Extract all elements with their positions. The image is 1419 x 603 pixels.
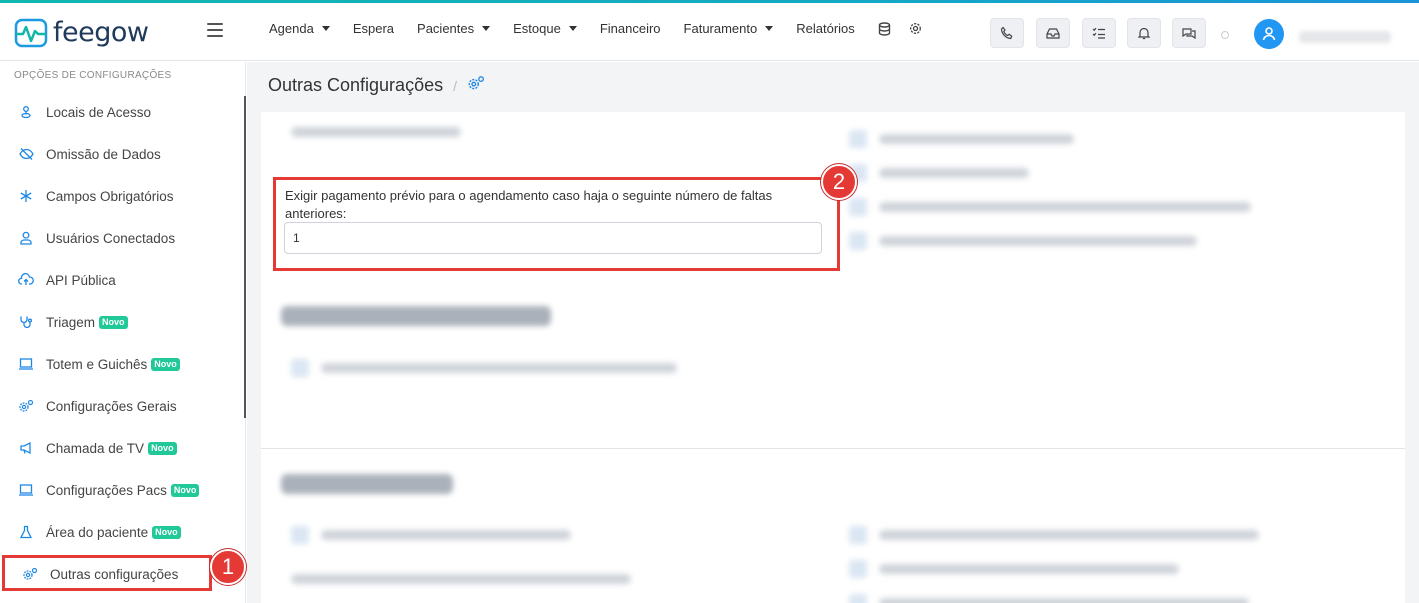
sidebar-item-omissao-de-dados[interactable]: Omissão de Dados (18, 143, 161, 165)
page-title: Outras Configurações (268, 75, 444, 95)
inbox-button[interactable] (1036, 18, 1070, 48)
phone-button[interactable] (990, 18, 1024, 48)
nav-agenda[interactable]: Agenda (269, 21, 330, 36)
new-badge: Novo (151, 357, 180, 371)
caret-down-icon (568, 26, 577, 31)
sidebar-item-label: Configurações Gerais (46, 398, 177, 414)
online-status-dot (1221, 31, 1229, 39)
nav-financeiro[interactable]: Financeiro (600, 21, 661, 36)
sidebar-item-campos-obrigatorios[interactable]: Campos Obrigatórios (18, 185, 174, 207)
user-icon (18, 230, 34, 246)
menu-toggle-icon[interactable] (207, 23, 223, 37)
prepayment-faults-input[interactable] (284, 222, 822, 254)
sidebar-item-api-publica[interactable]: API Pública (18, 269, 116, 291)
stethoscope-icon (18, 314, 34, 330)
sidebar-item-label: API Pública (46, 272, 116, 288)
step-marker-1: 1 (210, 549, 246, 585)
nav-label: Estoque (513, 21, 561, 36)
username-redacted[interactable] (1299, 31, 1391, 43)
sidebar-item-label: Configurações Pacs (46, 482, 167, 498)
user-avatar-icon (1262, 27, 1276, 41)
inbox-icon (1046, 28, 1060, 39)
breadcrumb-separator: / (453, 77, 457, 94)
sidebar-item-label: Totem e Guichês (46, 356, 148, 372)
avatar[interactable] (1254, 19, 1284, 49)
laptop-icon (18, 482, 34, 498)
sidebar-item-triagem[interactable]: Triagem Novo (18, 311, 128, 333)
nav-relatorios[interactable]: Relatórios (796, 21, 855, 36)
nav-label: Pacientes (417, 21, 475, 36)
gears-icon (22, 566, 38, 582)
new-badge: Novo (99, 315, 128, 329)
sidebar-item-chamada-de-tv[interactable]: Chamada de TV Novo (18, 437, 177, 459)
step-marker-2: 2 (821, 164, 857, 200)
new-badge: Novo (152, 525, 181, 539)
eye-off-icon (18, 146, 34, 162)
sidebar-item-label: Usuários Conectados (46, 230, 176, 246)
sidebar-item-area-do-paciente[interactable]: Área do paciente Novo (18, 521, 181, 543)
sidebar-scrollbar[interactable] (244, 96, 246, 418)
logo-heartbeat-icon (14, 18, 48, 48)
nav-estoque[interactable]: Estoque (513, 21, 577, 36)
new-badge: Novo (148, 441, 177, 455)
laptop-icon (18, 356, 34, 372)
caret-down-icon (482, 26, 491, 31)
gears-icon (467, 75, 485, 96)
location-icon (18, 104, 34, 120)
chat-icon (1182, 28, 1196, 40)
nav-label: Relatórios (796, 21, 855, 36)
top-header: feegow Agenda Espera Pacientes Estoque F… (0, 3, 1419, 61)
nav-label: Faturamento (683, 21, 758, 36)
tasks-button[interactable] (1082, 18, 1116, 48)
gear-icon[interactable] (909, 22, 922, 35)
nav-label: Espera (352, 21, 395, 36)
chat-button[interactable] (1172, 18, 1206, 48)
section-divider (261, 448, 1405, 449)
phone-icon (1000, 26, 1013, 40)
gears-icon (18, 398, 34, 414)
nav-label: Agenda (269, 21, 314, 36)
sidebar-item-label: Locais de Acesso (46, 104, 152, 120)
sidebar-item-configuracoes-gerais[interactable]: Configurações Gerais (18, 395, 177, 417)
nav-label: Financeiro (599, 21, 661, 36)
sidebar-item-label: Omissão de Dados (46, 146, 161, 162)
caret-down-icon (321, 26, 330, 31)
sidebar-item-outras-configuracoes[interactable]: Outras configurações (22, 563, 178, 585)
sidebar-heading: OPÇÕES DE CONFIGURAÇÕES (14, 70, 172, 81)
database-icon[interactable] (878, 21, 891, 36)
sidebar-item-totem-e-guiches[interactable]: Totem e Guichês Novo (18, 353, 180, 375)
sidebar-item-label: Área do paciente (46, 524, 149, 540)
bell-icon (1137, 27, 1151, 40)
sidebar-item-configuracoes-pacs[interactable]: Configurações Pacs Novo (18, 479, 200, 501)
prepayment-faults-label: Exigir pagamento prévio para o agendamen… (285, 188, 773, 221)
brand-name: feegow (53, 16, 149, 48)
settings-sidebar: OPÇÕES DE CONFIGURAÇÕES Locais de Acesso… (0, 62, 246, 603)
nav-espera[interactable]: Espera (353, 21, 394, 36)
asterisk-icon (18, 188, 34, 204)
checklist-icon (1092, 27, 1105, 39)
megaphone-icon (18, 440, 34, 456)
breadcrumb: Outras Configurações / (268, 75, 485, 96)
cloud-upload-icon (18, 272, 34, 288)
sidebar-item-label: Chamada de TV (46, 440, 145, 456)
sidebar-item-label: Triagem (46, 314, 96, 330)
sidebar-item-locais-de-acesso[interactable]: Locais de Acesso (18, 101, 151, 123)
sidebar-item-label: Outras configurações (50, 566, 179, 582)
notifications-button[interactable] (1127, 18, 1161, 48)
main-content: Outras Configurações / (247, 62, 1419, 603)
nav-pacientes[interactable]: Pacientes (417, 21, 491, 36)
sidebar-item-label: Campos Obrigatórios (46, 188, 174, 204)
flask-icon (18, 524, 34, 540)
main-nav: Agenda Espera Pacientes Estoque Financei… (269, 21, 940, 36)
caret-down-icon (765, 26, 774, 31)
sidebar-item-usuarios-conectados[interactable]: Usuários Conectados (18, 227, 175, 249)
new-badge: Novo (170, 483, 200, 497)
nav-faturamento[interactable]: Faturamento (684, 21, 774, 36)
brand-logo[interactable]: feegow (14, 16, 149, 49)
